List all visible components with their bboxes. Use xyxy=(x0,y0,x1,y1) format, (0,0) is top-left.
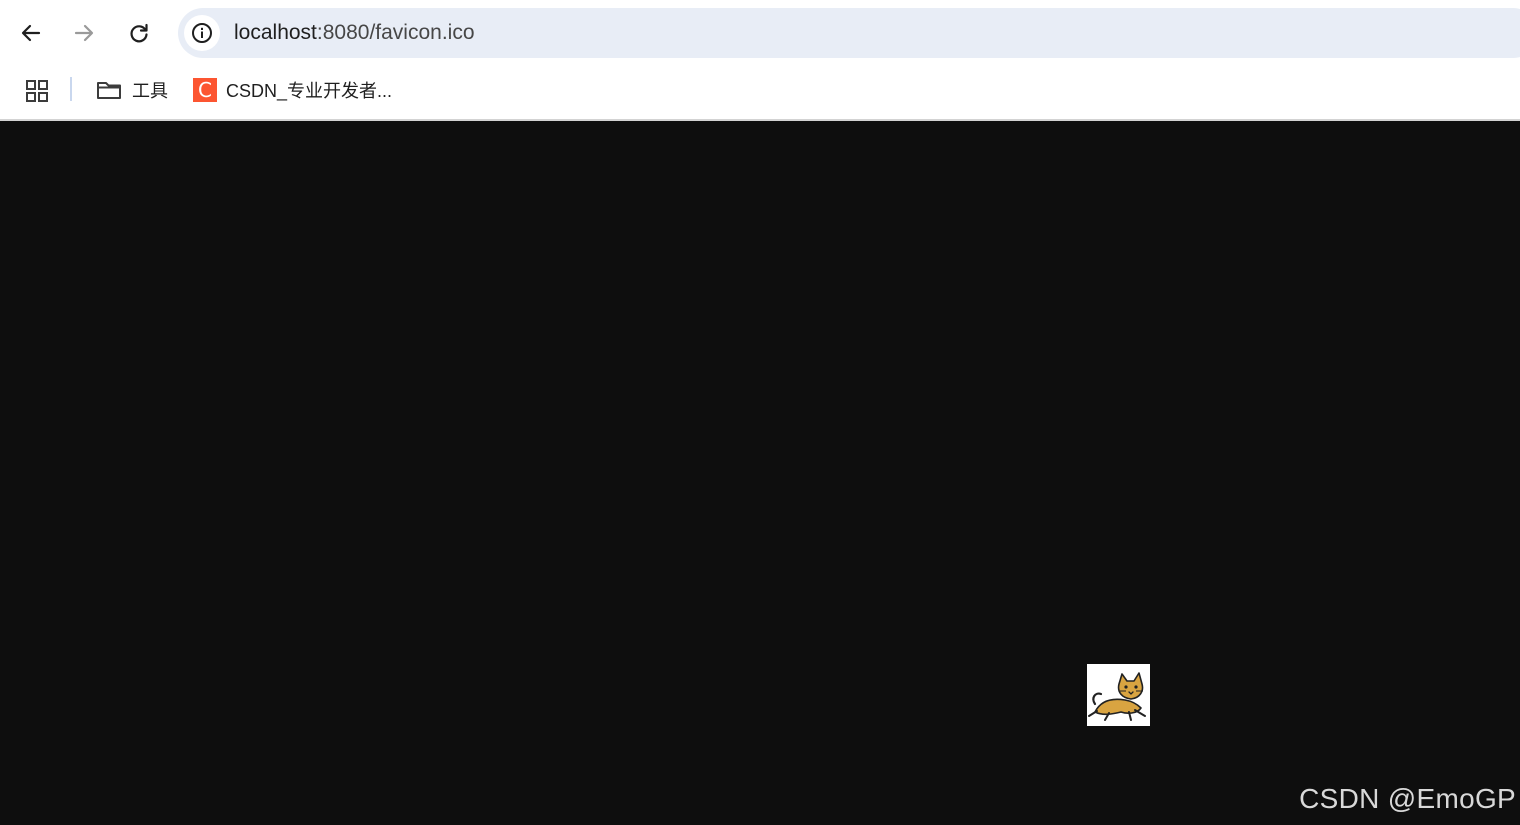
bookmark-folder-tools[interactable]: 工具 xyxy=(96,76,168,104)
back-button[interactable] xyxy=(14,16,48,50)
url-path: :8080/favicon.ico xyxy=(316,21,475,44)
browser-toolbar: localhost:8080/favicon.ico xyxy=(0,0,1520,66)
reload-icon xyxy=(130,23,148,43)
apps-button[interactable] xyxy=(24,78,50,104)
favicon-image xyxy=(1087,664,1150,726)
apps-grid-icon xyxy=(26,80,48,102)
bookmarks-separator xyxy=(70,77,72,101)
url-text[interactable]: localhost:8080/favicon.ico xyxy=(234,20,475,46)
bookmark-label: CSDN_专业开发者... xyxy=(226,81,393,101)
folder-icon xyxy=(97,82,121,99)
forward-button[interactable] xyxy=(67,16,101,50)
arrow-left-icon xyxy=(21,24,41,42)
page-viewport: CSDN @EmoGP xyxy=(0,121,1520,825)
address-bar[interactable]: localhost:8080/favicon.ico xyxy=(178,8,1520,58)
site-info-button[interactable] xyxy=(184,15,220,51)
tomcat-cat-icon xyxy=(1088,672,1146,721)
bookmarks-bar: 工具 C CSDN_专业开发者... xyxy=(0,66,1520,119)
arrow-right-icon xyxy=(74,24,94,42)
csdn-icon: C xyxy=(193,78,217,102)
bookmark-csdn[interactable]: C CSDN_专业开发者... xyxy=(193,76,392,104)
browser-window: localhost:8080/favicon.ico 工具 C CSDN_专业开… xyxy=(0,0,1520,825)
bookmark-label: 工具 xyxy=(132,81,168,101)
reload-button[interactable] xyxy=(122,16,156,50)
url-host: localhost xyxy=(234,21,317,44)
watermark-text: CSDN @EmoGP xyxy=(1299,783,1516,814)
info-circle-icon xyxy=(192,23,212,43)
